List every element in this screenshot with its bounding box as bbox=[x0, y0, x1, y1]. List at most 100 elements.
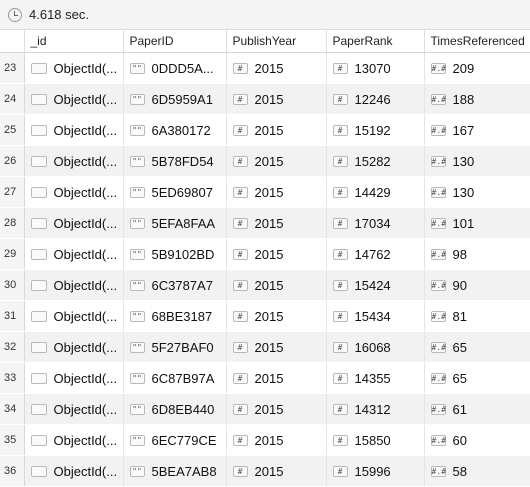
cell-times-referenced[interactable]: #.# 188 bbox=[424, 83, 530, 115]
cell-times-referenced[interactable]: #.# 167 bbox=[424, 114, 530, 146]
column-header-paper-rank[interactable]: PaperRank bbox=[326, 30, 425, 53]
table-row[interactable]: 24 ObjectId(... "" 6D5959A1 #2015 #12246 #.# 18… bbox=[0, 83, 530, 115]
cell-id[interactable]: ObjectId(... bbox=[24, 145, 124, 177]
table-row[interactable]: 33 ObjectId(... "" 6C87B97A #2015 #14355 #.# 65 bbox=[0, 362, 530, 394]
table-row[interactable]: 29 ObjectId(... "" 5B9102BD #2015 #14762 #.# 98 bbox=[0, 238, 530, 270]
cell-paper-rank[interactable]: #14429 bbox=[326, 176, 425, 208]
cell-id[interactable]: ObjectId(... bbox=[24, 238, 124, 270]
cell-publish-year[interactable]: #2015 bbox=[226, 362, 327, 394]
cell-paper-rank[interactable]: #15192 bbox=[326, 114, 425, 146]
cell-paper-id-value: 6D8EB440 bbox=[151, 402, 215, 418]
cell-id[interactable]: ObjectId(... bbox=[24, 424, 124, 456]
table-row[interactable]: 30 ObjectId(... "" 6C3787A7 #2015 #15424 #.# 90 bbox=[0, 269, 530, 301]
table-row[interactable]: 27 ObjectId(... "" 5ED69807 #2015 #14429 #.# 13… bbox=[0, 176, 530, 208]
cell-id[interactable]: ObjectId(... bbox=[24, 362, 124, 394]
cell-paper-rank[interactable]: #13070 bbox=[326, 52, 425, 84]
cell-times-referenced[interactable]: #.# 65 bbox=[424, 362, 530, 394]
cell-publish-year[interactable]: #2015 bbox=[226, 83, 327, 115]
cell-publish-year[interactable]: #2015 bbox=[226, 207, 327, 239]
cell-times-referenced-value: 65 bbox=[452, 340, 467, 356]
int-type-icon: # bbox=[232, 187, 248, 199]
cell-paper-id[interactable]: "" 6EC779CE bbox=[123, 424, 227, 456]
cell-paper-rank-value: 15434 bbox=[354, 309, 391, 325]
cell-id[interactable]: ObjectId(... bbox=[24, 207, 124, 239]
cell-paper-id[interactable]: "" 0DDD5A... bbox=[123, 52, 227, 84]
column-header-times-referenced[interactable]: TimesReferenced bbox=[424, 30, 530, 53]
cell-paper-rank[interactable]: #15434 bbox=[326, 300, 425, 332]
column-header-row-number[interactable] bbox=[0, 30, 25, 53]
cell-paper-id[interactable]: "" 5ED69807 bbox=[123, 176, 227, 208]
table-row[interactable]: 35 ObjectId(... "" 6EC779CE #2015 #15850 #.# 60 bbox=[0, 424, 530, 456]
cell-paper-rank[interactable]: #16068 bbox=[326, 331, 425, 363]
cell-paper-id[interactable]: "" 5B9102BD bbox=[123, 238, 227, 270]
cell-publish-year[interactable]: #2015 bbox=[226, 393, 327, 425]
row-number: 33 bbox=[0, 362, 25, 394]
cell-paper-id[interactable]: "" 5EFA8FAA bbox=[123, 207, 227, 239]
cell-id[interactable]: ObjectId(... bbox=[24, 300, 124, 332]
int-type-icon: # bbox=[232, 435, 248, 447]
cell-times-referenced[interactable]: #.# 98 bbox=[424, 238, 530, 270]
cell-paper-id[interactable]: "" 6D5959A1 bbox=[123, 83, 227, 115]
cell-publish-year-value: 2015 bbox=[254, 433, 284, 449]
cell-paper-id[interactable]: "" 6A380172 bbox=[123, 114, 227, 146]
table-row[interactable]: 23 ObjectId(... "" 0DDD5A... #2015 #13070 #.# 2… bbox=[0, 52, 530, 84]
table-row[interactable]: 32 ObjectId(... "" 5F27BAF0 #2015 #16068 #.# 65 bbox=[0, 331, 530, 363]
int-type-icon: # bbox=[232, 404, 248, 416]
table-row[interactable]: 26 ObjectId(... "" 5B78FD54 #2015 #15282 #.# 13… bbox=[0, 145, 530, 177]
column-header-id[interactable]: _id bbox=[24, 30, 124, 53]
cell-publish-year[interactable]: #2015 bbox=[226, 238, 327, 270]
cell-paper-rank[interactable]: #17034 bbox=[326, 207, 425, 239]
table-row[interactable]: 36 ObjectId(... "" 5BEA7AB8 #2015 #15996 #.# 58 bbox=[0, 455, 530, 487]
table-row[interactable]: 34 ObjectId(... "" 6D8EB440 #2015 #14312 #.# 61 bbox=[0, 393, 530, 425]
cell-paper-rank[interactable]: #12246 bbox=[326, 83, 425, 115]
cell-times-referenced[interactable]: #.# 60 bbox=[424, 424, 530, 456]
cell-paper-rank[interactable]: #15996 bbox=[326, 455, 425, 487]
column-header-publish-year[interactable]: PublishYear bbox=[226, 30, 327, 53]
cell-id[interactable]: ObjectId(... bbox=[24, 52, 124, 84]
table-row[interactable]: 25 ObjectId(... "" 6A380172 #2015 #15192 #.# 16… bbox=[0, 114, 530, 146]
cell-id[interactable]: ObjectId(... bbox=[24, 331, 124, 363]
cell-paper-rank[interactable]: #14312 bbox=[326, 393, 425, 425]
cell-publish-year[interactable]: #2015 bbox=[226, 145, 327, 177]
cell-publish-year[interactable]: #2015 bbox=[226, 300, 327, 332]
cell-times-referenced[interactable]: #.# 61 bbox=[424, 393, 530, 425]
cell-id[interactable]: ObjectId(... bbox=[24, 269, 124, 301]
cell-times-referenced[interactable]: #.# 130 bbox=[424, 145, 530, 177]
cell-times-referenced[interactable]: #.# 81 bbox=[424, 300, 530, 332]
cell-times-referenced[interactable]: #.# 130 bbox=[424, 176, 530, 208]
cell-publish-year[interactable]: #2015 bbox=[226, 114, 327, 146]
cell-paper-id[interactable]: "" 5BEA7AB8 bbox=[123, 455, 227, 487]
cell-paper-rank[interactable]: #15424 bbox=[326, 269, 425, 301]
cell-paper-id[interactable]: "" 6C87B97A bbox=[123, 362, 227, 394]
cell-publish-year[interactable]: #2015 bbox=[226, 424, 327, 456]
cell-times-referenced[interactable]: #.# 65 bbox=[424, 331, 530, 363]
table-row[interactable]: 28 ObjectId(... "" 5EFA8FAA #2015 #17034 #.# 10… bbox=[0, 207, 530, 239]
cell-publish-year[interactable]: #2015 bbox=[226, 176, 327, 208]
cell-times-referenced[interactable]: #.# 58 bbox=[424, 455, 530, 487]
cell-paper-rank[interactable]: #15282 bbox=[326, 145, 425, 177]
cell-times-referenced[interactable]: #.# 209 bbox=[424, 52, 530, 84]
cell-paper-rank[interactable]: #14762 bbox=[326, 238, 425, 270]
cell-paper-id-value: 5B78FD54 bbox=[151, 154, 214, 170]
cell-id[interactable]: ObjectId(... bbox=[24, 83, 124, 115]
cell-id[interactable]: ObjectId(... bbox=[24, 114, 124, 146]
cell-paper-id[interactable]: "" 68BE3187 bbox=[123, 300, 227, 332]
cell-paper-id[interactable]: "" 5B78FD54 bbox=[123, 145, 227, 177]
cell-id[interactable]: ObjectId(... bbox=[24, 176, 124, 208]
column-header-paper-id[interactable]: PaperID bbox=[123, 30, 227, 53]
cell-publish-year[interactable]: #2015 bbox=[226, 331, 327, 363]
cell-times-referenced[interactable]: #.# 101 bbox=[424, 207, 530, 239]
cell-paper-id[interactable]: "" 6D8EB440 bbox=[123, 393, 227, 425]
double-type-icon: #.# bbox=[430, 63, 446, 75]
cell-publish-year[interactable]: #2015 bbox=[226, 455, 327, 487]
cell-id[interactable]: ObjectId(... bbox=[24, 393, 124, 425]
cell-paper-rank[interactable]: #14355 bbox=[326, 362, 425, 394]
table-row[interactable]: 31 ObjectId(... "" 68BE3187 #2015 #15434 #.# 81 bbox=[0, 300, 530, 332]
cell-id[interactable]: ObjectId(... bbox=[24, 455, 124, 487]
cell-times-referenced[interactable]: #.# 90 bbox=[424, 269, 530, 301]
cell-paper-id[interactable]: "" 5F27BAF0 bbox=[123, 331, 227, 363]
cell-publish-year[interactable]: #2015 bbox=[226, 269, 327, 301]
cell-publish-year[interactable]: #2015 bbox=[226, 52, 327, 84]
cell-paper-rank[interactable]: #15850 bbox=[326, 424, 425, 456]
cell-paper-id[interactable]: "" 6C3787A7 bbox=[123, 269, 227, 301]
